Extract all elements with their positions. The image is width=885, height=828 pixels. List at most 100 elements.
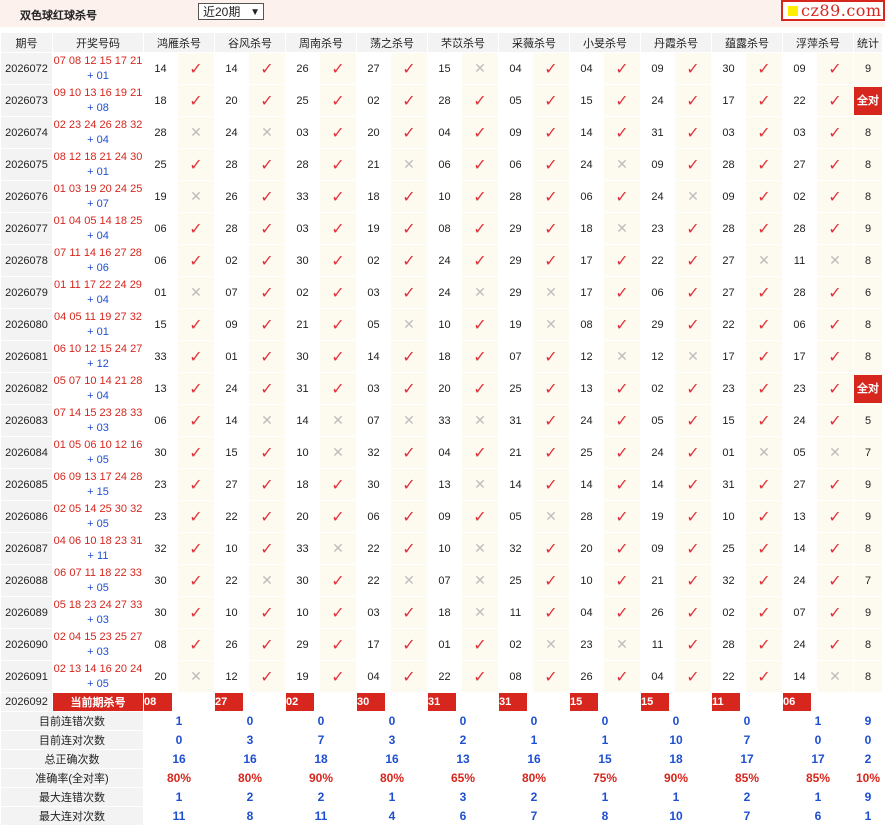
cross-icon: ✕ (687, 347, 699, 364)
cross-icon: ✕ (390, 148, 428, 181)
kill-number: 28 (285, 148, 320, 181)
check-icon: ✓ (189, 412, 203, 430)
cross-icon: ✕ (474, 539, 486, 556)
kill-number: 14 (143, 52, 178, 85)
kill-number: 24 (427, 276, 462, 309)
stat-value: 85% (782, 768, 854, 788)
check-icon: ✓ (402, 380, 416, 398)
table-row: 2026083 07 14 15 23 28 33 + 03 06 ✓ 14 ✕ 14 ✕ 07 ✕… (0, 404, 883, 437)
table-row: 2026075 08 12 18 21 24 30 + 01 25 ✓ 28 ✓ 28 ✓ 21 ✕… (0, 148, 883, 181)
col-expert-2: 周南杀号 (285, 32, 357, 53)
blue-ball: + 05 (87, 677, 109, 690)
cross-icon: ✕ (474, 475, 486, 492)
kill-number: 04 (498, 52, 533, 85)
kill-number: 19 (498, 308, 533, 341)
kill-number: 29 (498, 276, 533, 309)
check-icon: ✓ (816, 84, 854, 117)
current-period-row: 2026092 当前期杀号 08 27 02 30 31 31 15 15 11 06 (0, 692, 883, 712)
check-icon: ✓ (461, 372, 499, 405)
current-kill-spacer (248, 692, 286, 712)
kill-number: 06 (143, 244, 178, 277)
blue-ball: + 01 (87, 165, 109, 178)
period-cell: 2026074 (0, 116, 53, 149)
cross-icon: ✕ (816, 660, 854, 693)
cross-icon: ✕ (816, 244, 854, 277)
check-icon: ✓ (745, 468, 783, 501)
stat-value: 0 (356, 711, 428, 731)
site-logo[interactable]: cz89.com (781, 0, 885, 21)
check-icon: ✓ (402, 540, 416, 558)
check-icon: ✓ (331, 188, 345, 206)
check-icon: ✓ (615, 476, 629, 494)
kill-number: 22 (356, 532, 391, 565)
check-icon: ✓ (473, 252, 487, 270)
check-icon: ✓ (674, 308, 712, 341)
check-icon: ✓ (828, 124, 842, 142)
check-icon: ✓ (461, 660, 499, 693)
period-cell: 2026081 (0, 340, 53, 373)
row-stat: 8 (853, 148, 883, 181)
check-icon: ✓ (248, 244, 286, 277)
check-icon: ✓ (532, 372, 570, 405)
col-expert-5: 采薇杀号 (498, 32, 570, 53)
check-icon: ✓ (532, 468, 570, 501)
kill-number: 15 (214, 436, 249, 469)
cross-icon: ✕ (261, 571, 273, 588)
stat-total: 10% (853, 768, 883, 788)
kill-number: 30 (143, 436, 178, 469)
check-icon: ✓ (390, 372, 428, 405)
kill-number: 28 (498, 180, 533, 213)
kill-number: 19 (356, 212, 391, 245)
check-icon: ✓ (757, 380, 771, 398)
check-icon: ✓ (177, 148, 215, 181)
check-icon: ✓ (615, 508, 629, 526)
check-icon: ✓ (828, 604, 842, 622)
kill-number: 04 (569, 52, 604, 85)
kill-number: 01 (427, 628, 462, 661)
check-icon: ✓ (532, 244, 570, 277)
check-icon: ✓ (248, 596, 286, 629)
check-icon: ✓ (674, 564, 712, 597)
check-icon: ✓ (177, 244, 215, 277)
period-range-select[interactable]: 近20期 ▼ (198, 3, 264, 20)
blue-ball: + 15 (87, 485, 109, 498)
kill-number: 07 (427, 564, 462, 597)
check-icon: ✓ (828, 316, 842, 334)
current-period: 2026092 (0, 692, 53, 712)
kill-number: 27 (356, 52, 391, 85)
kill-number: 32 (711, 564, 746, 597)
logo-square-icon (788, 6, 798, 16)
check-icon: ✓ (757, 508, 771, 526)
check-icon: ✓ (674, 436, 712, 469)
kill-number: 06 (782, 308, 817, 341)
stat-value: 2 (285, 787, 357, 807)
table-row: 2026084 01 05 06 10 12 16 + 05 30 ✓ 15 ✓ 10 ✕ 32 ✓… (0, 436, 883, 469)
table-row: 2026077 01 04 05 14 18 25 + 04 06 ✓ 28 ✓ 03 ✓ 19 ✓… (0, 212, 883, 245)
row-stat: 8 (853, 340, 883, 373)
stat-total: 2 (853, 749, 883, 769)
kill-number: 13 (782, 500, 817, 533)
check-icon: ✓ (402, 284, 416, 302)
check-icon: ✓ (757, 316, 771, 334)
kill-number: 15 (711, 404, 746, 437)
kill-number: 17 (569, 276, 604, 309)
stat-value: 2 (498, 787, 570, 807)
check-icon: ✓ (189, 476, 203, 494)
kill-number-table: 期号 开奖号码 鸿雁杀号 谷风杀号 周南杀号 荡之杀号 芣苡杀号 采薇杀号 小旻杀号 丹霞杀号… (0, 32, 883, 826)
check-icon: ✓ (461, 148, 499, 181)
check-icon: ✓ (603, 660, 641, 693)
check-icon: ✓ (473, 156, 487, 174)
col-draw: 开奖号码 (52, 32, 144, 53)
check-icon: ✓ (816, 468, 854, 501)
current-kill-number: 02 (286, 693, 314, 711)
kill-number: 17 (711, 340, 746, 373)
check-icon: ✓ (319, 84, 357, 117)
check-icon: ✓ (248, 308, 286, 341)
cross-icon: ✕ (177, 660, 215, 693)
check-icon: ✓ (603, 404, 641, 437)
cross-icon: ✕ (190, 283, 202, 300)
table-row: 2026078 07 11 14 16 27 28 + 06 06 ✓ 02 ✓ 30 ✓ 02 ✓… (0, 244, 883, 277)
check-icon: ✓ (402, 348, 416, 366)
kill-number: 27 (711, 276, 746, 309)
kill-number: 30 (285, 244, 320, 277)
